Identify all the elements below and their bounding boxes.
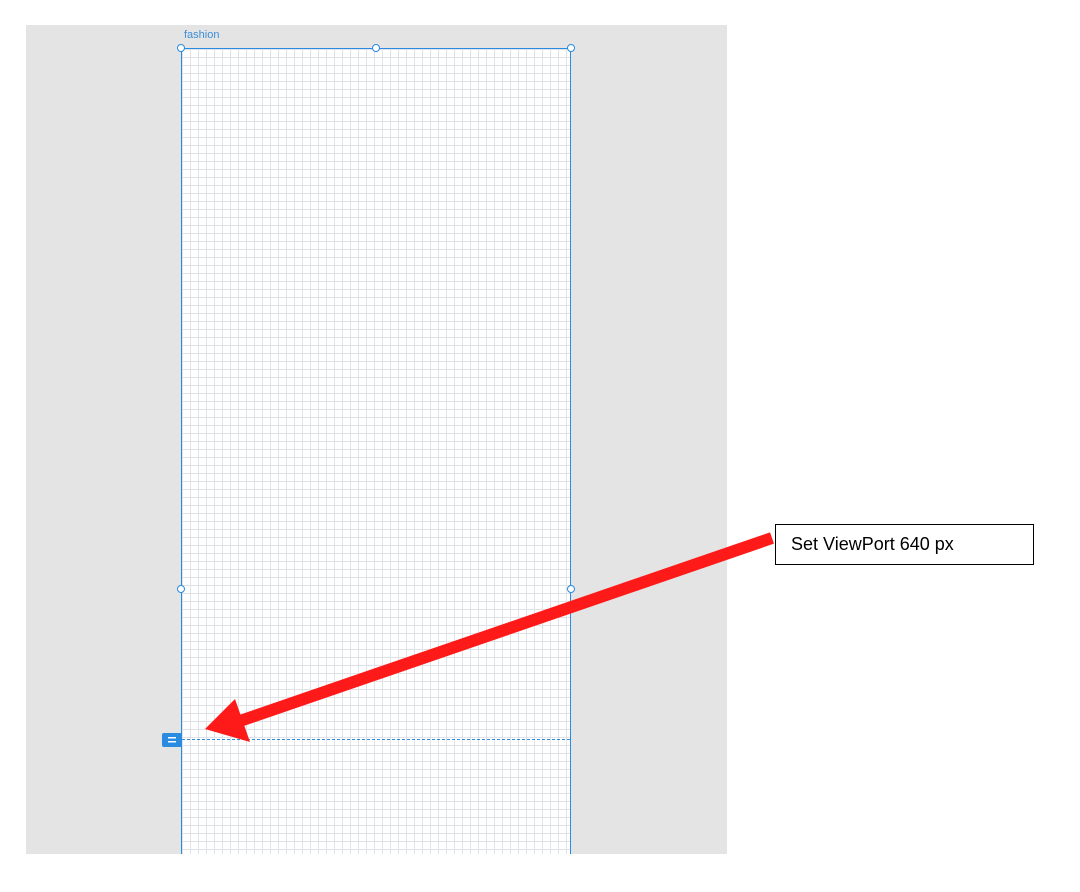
artboard-fashion[interactable] <box>181 48 571 854</box>
equals-icon <box>168 737 176 743</box>
resize-handle-top-left[interactable] <box>177 44 185 52</box>
artboard-title[interactable]: fashion <box>184 29 219 41</box>
resize-handle-top-center[interactable] <box>372 44 380 52</box>
resize-handle-middle-left[interactable] <box>177 585 185 593</box>
viewport-height-guide[interactable] <box>182 739 570 740</box>
viewport-height-marker[interactable] <box>162 733 182 747</box>
annotation-callout: Set ViewPort 640 px <box>775 524 1034 565</box>
annotation-text: Set ViewPort 640 px <box>791 534 954 554</box>
resize-handle-middle-right[interactable] <box>567 585 575 593</box>
resize-handle-top-right[interactable] <box>567 44 575 52</box>
